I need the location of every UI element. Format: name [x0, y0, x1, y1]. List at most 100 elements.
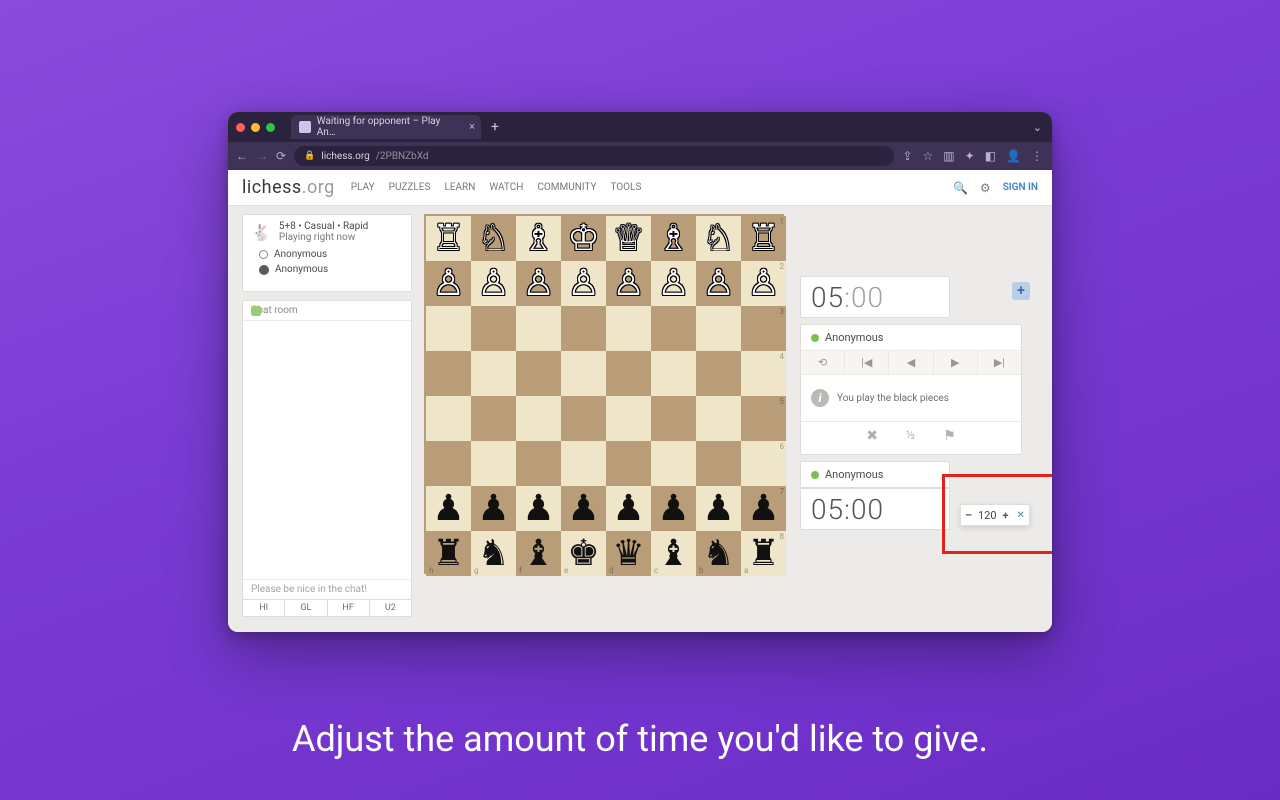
- black-b[interactable]: ♝: [651, 531, 696, 576]
- board-square[interactable]: [561, 351, 606, 396]
- gear-icon[interactable]: ⚙: [980, 181, 991, 195]
- window-close[interactable]: [236, 123, 245, 132]
- white-b[interactable]: ♗: [516, 216, 561, 261]
- white-r[interactable]: ♖: [426, 216, 471, 261]
- window-max[interactable]: [266, 123, 275, 132]
- user-icon[interactable]: 👤: [1006, 149, 1021, 163]
- board-square[interactable]: [651, 306, 696, 351]
- extension-icon[interactable]: ✦: [965, 149, 975, 163]
- kebab-icon[interactable]: ⋮: [1031, 149, 1044, 163]
- board-square[interactable]: [696, 306, 741, 351]
- newtab-icon[interactable]: +: [491, 119, 499, 135]
- black-n[interactable]: ♞: [696, 531, 741, 576]
- black-p[interactable]: ♟: [561, 486, 606, 531]
- nav-watch[interactable]: WATCH: [489, 182, 523, 193]
- board-square[interactable]: [516, 306, 561, 351]
- board-square[interactable]: 3: [741, 306, 786, 351]
- board-square[interactable]: 4: [741, 351, 786, 396]
- forward-icon[interactable]: →: [256, 149, 268, 163]
- board-square[interactable]: [696, 351, 741, 396]
- search-icon[interactable]: 🔍: [953, 181, 968, 195]
- panel-icon[interactable]: ▥: [943, 149, 954, 163]
- black-n[interactable]: ♞: [471, 531, 516, 576]
- board-square[interactable]: [426, 396, 471, 441]
- first-icon[interactable]: |◀: [845, 351, 889, 374]
- draw-button[interactable]: ½: [906, 428, 915, 444]
- chat-toggle[interactable]: [251, 306, 261, 316]
- white-p[interactable]: ♙: [426, 261, 471, 306]
- board-square[interactable]: [516, 396, 561, 441]
- nav-tools[interactable]: TOOLS: [610, 182, 641, 193]
- white-p[interactable]: ♙: [651, 261, 696, 306]
- quick-hi[interactable]: HI: [243, 600, 285, 616]
- board-square[interactable]: [426, 441, 471, 486]
- black-p[interactable]: ♟: [696, 486, 741, 531]
- white-p[interactable]: ♙: [606, 261, 651, 306]
- close-icon[interactable]: ×: [469, 120, 475, 133]
- black-p[interactable]: ♟: [606, 486, 651, 531]
- plus-icon[interactable]: +: [1003, 509, 1009, 522]
- board-square[interactable]: [516, 351, 561, 396]
- signin-link[interactable]: SIGN IN: [1003, 182, 1038, 193]
- url-field[interactable]: 🔒 lichess.org/2PBNZbXd: [294, 146, 894, 166]
- black-q[interactable]: ♛: [606, 531, 651, 576]
- board-square[interactable]: [606, 351, 651, 396]
- prev-icon[interactable]: ◀: [889, 351, 933, 374]
- give-time-button[interactable]: +: [1012, 282, 1030, 300]
- board-square[interactable]: [471, 351, 516, 396]
- chevron-down-icon[interactable]: ⌄: [1033, 121, 1042, 134]
- board-square[interactable]: [651, 351, 696, 396]
- white-k[interactable]: ♔: [561, 216, 606, 261]
- browser-tab[interactable]: Waiting for opponent – Play An… ×: [291, 115, 481, 139]
- white-p[interactable]: ♙: [696, 261, 741, 306]
- star-icon[interactable]: ☆: [923, 149, 934, 163]
- board-square[interactable]: [606, 306, 651, 351]
- white-r[interactable]: ♖: [741, 216, 786, 261]
- white-p[interactable]: ♙: [471, 261, 516, 306]
- board-square[interactable]: 6: [741, 441, 786, 486]
- sidepanel-icon[interactable]: ◧: [985, 149, 996, 163]
- board-square[interactable]: [471, 306, 516, 351]
- popup-close-icon[interactable]: ✕: [1017, 510, 1025, 521]
- reload-icon[interactable]: ⟲: [801, 351, 845, 374]
- resign-button[interactable]: ⚑: [943, 428, 956, 444]
- white-n[interactable]: ♘: [471, 216, 516, 261]
- chess-board[interactable]: 1234567hgfedcba8♖♘♗♔♕♗♘♖♙♙♙♙♙♙♙♙♟♟♟♟♟♟♟♟…: [424, 214, 784, 574]
- board-square[interactable]: [696, 396, 741, 441]
- player-white[interactable]: Anonymous: [259, 247, 395, 262]
- nav-puzzles[interactable]: PUZZLES: [389, 182, 431, 193]
- white-b[interactable]: ♗: [651, 216, 696, 261]
- brand[interactable]: lichess.org: [242, 177, 335, 198]
- share-icon[interactable]: ⇪: [902, 149, 912, 163]
- abort-button[interactable]: ✖: [866, 428, 878, 444]
- board-square[interactable]: [651, 396, 696, 441]
- board-square[interactable]: [516, 441, 561, 486]
- board-square[interactable]: [426, 306, 471, 351]
- white-q[interactable]: ♕: [606, 216, 651, 261]
- back-icon[interactable]: ←: [236, 149, 248, 163]
- player-black[interactable]: Anonymous: [259, 262, 395, 277]
- board-square[interactable]: [471, 441, 516, 486]
- nav-play[interactable]: PLAY: [351, 182, 375, 193]
- quick-gl[interactable]: GL: [285, 600, 327, 616]
- white-n[interactable]: ♘: [696, 216, 741, 261]
- white-p[interactable]: ♙: [516, 261, 561, 306]
- board-square[interactable]: [561, 396, 606, 441]
- next-icon[interactable]: ▶: [934, 351, 978, 374]
- opponent-row[interactable]: Anonymous: [801, 325, 1021, 350]
- quick-hf[interactable]: HF: [328, 600, 370, 616]
- black-b[interactable]: ♝: [516, 531, 561, 576]
- nav-learn[interactable]: LEARN: [444, 182, 475, 193]
- board-square[interactable]: [426, 351, 471, 396]
- board-square[interactable]: [606, 441, 651, 486]
- self-row[interactable]: Anonymous: [800, 461, 950, 488]
- board-square[interactable]: [651, 441, 696, 486]
- board-square[interactable]: [606, 396, 651, 441]
- board-square[interactable]: [561, 306, 606, 351]
- window-min[interactable]: [251, 123, 260, 132]
- black-p[interactable]: ♟: [741, 486, 786, 531]
- board-square[interactable]: [561, 441, 606, 486]
- chat-input[interactable]: Please be nice in the chat!: [243, 579, 411, 599]
- nav-community[interactable]: COMMUNITY: [537, 182, 596, 193]
- last-icon[interactable]: ▶|: [978, 351, 1021, 374]
